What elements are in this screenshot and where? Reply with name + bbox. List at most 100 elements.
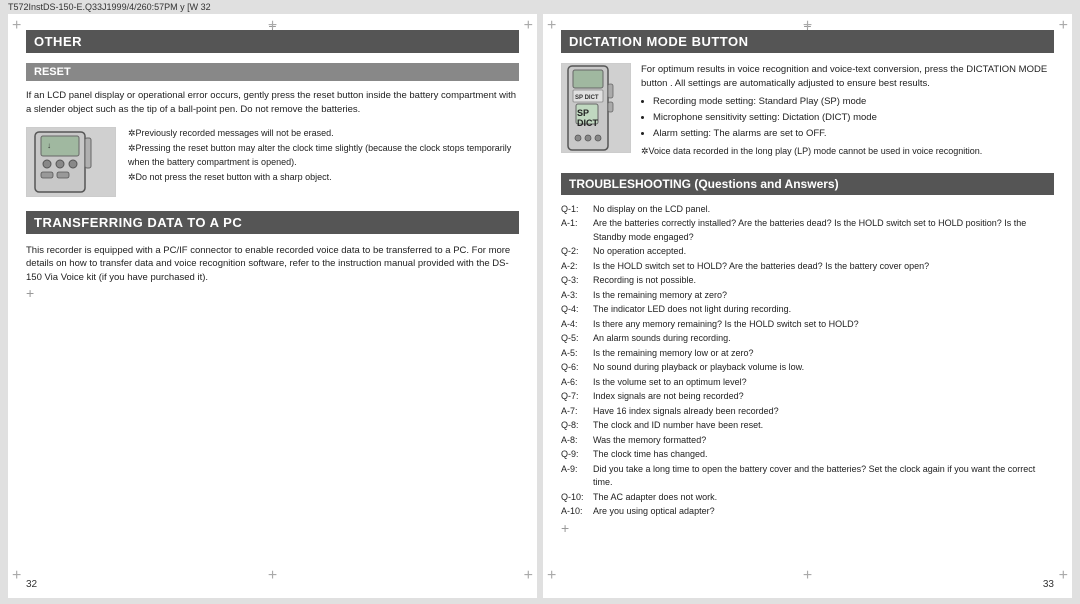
qa-text: An alarm sounds during recording. — [593, 332, 1054, 346]
svg-text:↓: ↓ — [47, 141, 51, 150]
reset-title: RESET — [26, 63, 519, 81]
corner-cross-bm: + — [268, 568, 277, 584]
left-page: + + + + + + OTHER RESET If an LCD panel … — [8, 14, 537, 598]
qa-text: Is the remaining memory at zero? — [593, 289, 1054, 303]
qa-row: Q-8:The clock and ID number have been re… — [561, 419, 1054, 433]
qa-row: A-5:Is the remaining memory low or at ze… — [561, 347, 1054, 361]
qa-label: A-2: — [561, 260, 593, 274]
dict-bullet-1: Microphone sensitivity setting: Dictatio… — [653, 111, 1054, 125]
qa-label: A-10: — [561, 505, 593, 519]
qa-list: Q-1:No display on the LCD panel.A-1:Are … — [561, 203, 1054, 519]
qa-row: A-8:Was the memory formatted? — [561, 434, 1054, 448]
qa-text: Index signals are not being recorded? — [593, 390, 1054, 404]
page-wrapper: T572InstDS-150-E.Q33J1999/4/260:57PM y [… — [0, 0, 1080, 604]
qa-label: A-6: — [561, 376, 593, 390]
reset-notes: ✲Previously recorded messages will not b… — [128, 127, 519, 197]
qa-text: The indicator LED does not light during … — [593, 303, 1054, 317]
dict-bullet-2: Alarm setting: The alarms are set to OFF… — [653, 127, 1054, 141]
file-info: T572InstDS-150-E.Q33J1999/4/260:57PM y [… — [8, 2, 211, 12]
qa-row: A-3:Is the remaining memory at zero? — [561, 289, 1054, 303]
qa-row: Q-7:Index signals are not being recorded… — [561, 390, 1054, 404]
qa-row: A-10:Are you using optical adapter? — [561, 505, 1054, 519]
pages-container: + + + + + + OTHER RESET If an LCD panel … — [0, 14, 1080, 604]
svg-text:DICT: DICT — [577, 118, 598, 128]
qa-text: Are the batteries correctly installed? A… — [593, 217, 1054, 244]
qa-row: A-2:Is the HOLD switch set to HOLD? Are … — [561, 260, 1054, 274]
dictation-section: DICTATION MODE BUTTON SP DICT SP — [561, 30, 1054, 159]
qa-label: Q-10: — [561, 491, 593, 505]
qa-text: No operation accepted. — [593, 245, 1054, 259]
qa-row: Q-5:An alarm sounds during recording. — [561, 332, 1054, 346]
qa-row: Q-1:No display on the LCD panel. — [561, 203, 1054, 217]
page-number-left: 32 — [26, 579, 37, 590]
qa-label: Q-7: — [561, 390, 593, 404]
page-number-right: 33 — [1043, 579, 1054, 590]
qa-label: A-5: — [561, 347, 593, 361]
qa-text: The clock and ID number have been reset. — [593, 419, 1054, 433]
reset-body: If an LCD panel display or operational e… — [26, 89, 519, 117]
qa-text: Are you using optical adapter? — [593, 505, 1054, 519]
reset-note-1: ✲Previously recorded messages will not b… — [128, 127, 519, 141]
transfer-section: TRANSFERRING DATA TO A PC This recorder … — [26, 211, 519, 285]
dict-device-image: SP DICT SP DICT — [561, 63, 631, 153]
right-corner-cross-tl: + — [547, 18, 556, 34]
qa-label: A-3: — [561, 289, 593, 303]
qa-label: Q-8: — [561, 419, 593, 433]
qa-label: Q-4: — [561, 303, 593, 317]
corner-cross-tm: + — [268, 18, 277, 34]
reset-note-2: ✲Pressing the reset button may alter the… — [128, 142, 519, 169]
qa-row: A-7:Have 16 index signals already been r… — [561, 405, 1054, 419]
qa-row: A-4:Is there any memory remaining? Is th… — [561, 318, 1054, 332]
svg-text:SP: SP — [577, 108, 589, 118]
qa-row: Q-3:Recording is not possible. — [561, 274, 1054, 288]
right-corner-cross-tr: + — [1059, 18, 1068, 34]
reset-device-image: ↓ — [26, 127, 116, 197]
svg-text:SP DICT: SP DICT — [575, 95, 599, 101]
reset-note-3: ✲Do not press the reset button with a sh… — [128, 171, 519, 185]
dict-bullet-0: Recording mode setting: Standard Play (S… — [653, 95, 1054, 109]
qa-row: Q-9:The clock time has changed. — [561, 448, 1054, 462]
qa-row: Q-4:The indicator LED does not light dur… — [561, 303, 1054, 317]
troubleshoot-section: TROUBLESHOOTING (Questions and Answers) … — [561, 173, 1054, 519]
qa-row: Q-2:No operation accepted. — [561, 245, 1054, 259]
qa-label: A-1: — [561, 217, 593, 244]
qa-label: Q-1: — [561, 203, 593, 217]
right-corner-cross-bm: + — [803, 568, 812, 584]
qa-label: Q-6: — [561, 361, 593, 375]
qa-text: Is the HOLD switch set to HOLD? Are the … — [593, 260, 1054, 274]
reset-image-area: ↓ ✲Previously recorded messages will not… — [26, 127, 519, 197]
qa-label: A-7: — [561, 405, 593, 419]
corner-cross-tl: + — [12, 18, 21, 34]
qa-label: Q-5: — [561, 332, 593, 346]
qa-row: A-6:Is the volume set to an optimum leve… — [561, 376, 1054, 390]
right-page: + + + + + + DICTATION MODE BUTTON — [543, 14, 1072, 598]
troubleshoot-title: TROUBLESHOOTING (Questions and Answers) — [561, 173, 1054, 195]
qa-text: No display on the LCD panel. — [593, 203, 1054, 217]
dict-text-area: For optimum results in voice recognition… — [641, 63, 1054, 159]
reset-device-svg: ↓ — [27, 128, 115, 196]
qa-text: Is the remaining memory low or at zero? — [593, 347, 1054, 361]
qa-text: Is the volume set to an optimum level? — [593, 376, 1054, 390]
qa-label: Q-9: — [561, 448, 593, 462]
dict-content: SP DICT SP DICT — [561, 63, 1054, 159]
transfer-body: This recorder is equipped with a PC/IF c… — [26, 244, 519, 285]
qa-row: A-1:Are the batteries correctly installe… — [561, 217, 1054, 244]
dict-asterisk-note: ✲Voice data recorded in the long play (L… — [641, 145, 1054, 159]
right-corner-cross-bl: + — [547, 568, 556, 584]
transfer-title: TRANSFERRING DATA TO A PC — [26, 211, 519, 234]
qa-text: Have 16 index signals already been recor… — [593, 405, 1054, 419]
qa-label: Q-3: — [561, 274, 593, 288]
qa-text: Was the memory formatted? — [593, 434, 1054, 448]
qa-label: Q-2: — [561, 245, 593, 259]
qa-label: A-9: — [561, 463, 593, 490]
right-corner-cross-tm: + — [803, 18, 812, 34]
qa-label: A-8: — [561, 434, 593, 448]
qa-text: Did you take a long time to open the bat… — [593, 463, 1054, 490]
corner-cross-tr: + — [524, 18, 533, 34]
qa-text: The clock time has changed. — [593, 448, 1054, 462]
reset-section: RESET If an LCD panel display or operati… — [26, 63, 519, 197]
qa-text: The AC adapter does not work. — [593, 491, 1054, 505]
qa-label: A-4: — [561, 318, 593, 332]
qa-row: Q-6:No sound during playback or playback… — [561, 361, 1054, 375]
qa-row: Q-10:The AC adapter does not work. — [561, 491, 1054, 505]
